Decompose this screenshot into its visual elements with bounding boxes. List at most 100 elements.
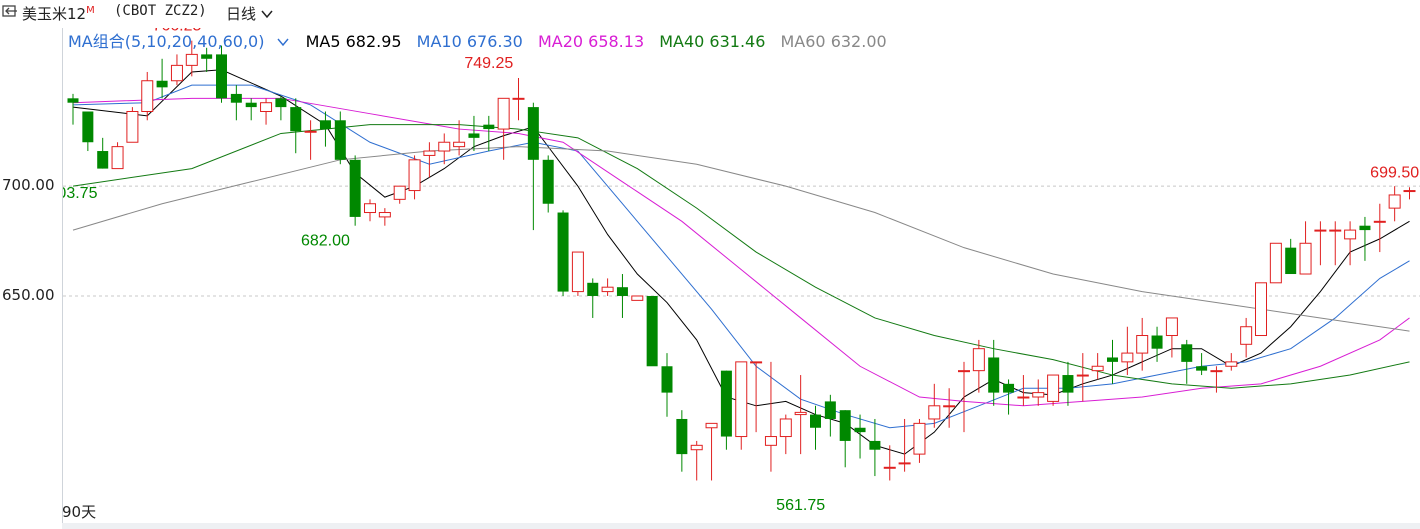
candle-body (794, 411, 807, 416)
candle-body (1107, 357, 1118, 362)
candle-body (1003, 383, 1015, 393)
symbol-suffix: M (86, 5, 95, 16)
candle-body (393, 185, 406, 200)
candle-body (245, 102, 257, 108)
period-menu-label: 日线 (226, 5, 257, 23)
candle-body (111, 146, 124, 170)
candle-body (1121, 352, 1134, 363)
candle-body (1403, 190, 1416, 193)
candle-body (1091, 365, 1104, 372)
candle-body (497, 97, 510, 130)
candle-body (97, 151, 109, 169)
candle-body (958, 370, 970, 373)
candlestick-chart[interactable]: 766.25749.25703.75682.00561.75699.50 (63, 28, 1420, 525)
candle-body (1373, 220, 1386, 223)
candle-body (1299, 242, 1312, 275)
candle-body (988, 357, 1000, 393)
candle-body (304, 130, 317, 133)
symbol-name-text: 美玉米12 (22, 5, 87, 23)
ma20-line (72, 97, 1410, 407)
candle-body (557, 212, 569, 292)
bottom-scrollbar[interactable] (62, 523, 1420, 529)
extreme-label: 703.75 (63, 185, 98, 202)
collapse-panel-icon[interactable] (2, 4, 18, 22)
candle-body (1269, 242, 1282, 284)
candle-body (1210, 370, 1223, 373)
candle-body (1017, 396, 1030, 399)
ma40-value: MA40 631.46 (659, 32, 766, 51)
candle-body (170, 64, 183, 82)
candle-body (1165, 317, 1178, 337)
candle-body (67, 98, 79, 103)
candle-body (883, 466, 896, 469)
extreme-label: 561.75 (776, 497, 825, 514)
extreme-label: 749.25 (464, 55, 513, 72)
chart-area[interactable]: 766.25749.25703.75682.00561.75699.50 (62, 28, 1420, 525)
candle-body (1076, 374, 1089, 377)
chart-header: 美玉米12M (CBOT ZCZ2) 日线 (0, 0, 1420, 26)
candle-body (587, 282, 599, 296)
candle-body (1225, 361, 1238, 367)
ma-legend: MA组合(5,10,20,40,60,0) MA5 682.95 MA10 67… (68, 28, 897, 51)
candle-body (216, 54, 227, 99)
candle-body (810, 414, 821, 428)
candle-body (972, 348, 985, 372)
candle-body (928, 405, 941, 420)
candle-body (408, 159, 421, 192)
candle-body (571, 251, 584, 293)
candle-body (1151, 335, 1163, 349)
candle-body (468, 133, 480, 138)
candle-body (898, 462, 911, 465)
ma-group-selector[interactable]: MA组合(5,10,20,40,60,0) (68, 32, 290, 51)
candle-body (839, 410, 851, 441)
symbol-code: (CBOT ZCZ2) (114, 3, 207, 19)
candle-body (1062, 375, 1074, 393)
candle-body (779, 418, 792, 438)
candle-body (1181, 344, 1193, 362)
candle-body (1047, 374, 1060, 402)
candle-body (542, 159, 554, 204)
candle-body (453, 141, 466, 148)
candle-body (750, 361, 763, 364)
ma60-value: MA60 632.00 (780, 32, 887, 51)
candle-body (1255, 282, 1267, 337)
candle-body (601, 286, 614, 293)
candle-body (512, 97, 525, 100)
candle-body (290, 107, 302, 132)
candle-body (764, 436, 777, 446)
candle-body (1136, 335, 1149, 354)
candle-body (230, 93, 242, 103)
candle-body (1359, 225, 1371, 231)
candle-body (943, 405, 956, 408)
candle-body (423, 150, 436, 156)
ma-group-label: MA组合(5,10,20,40,60,0) (68, 32, 265, 51)
candle-body (334, 120, 346, 160)
candle-body (126, 110, 139, 143)
candle-body (1344, 229, 1357, 240)
chevron-down-icon (261, 10, 273, 19)
candle-body (483, 124, 495, 130)
candle-body (1329, 229, 1342, 232)
candle-body (141, 80, 154, 112)
candle-body (378, 212, 391, 218)
candle-body (913, 422, 926, 455)
period-label: 90天 (62, 503, 97, 521)
extreme-label: 699.50 (1370, 164, 1419, 181)
symbol-name[interactable]: 美玉米12M (22, 3, 95, 24)
ma60-line (72, 146, 1410, 332)
candle-body (201, 54, 213, 59)
period-menu[interactable]: 日线 (226, 3, 273, 24)
candle-body (185, 53, 198, 66)
candle-body (676, 418, 688, 455)
candle-body (1285, 247, 1297, 275)
candle-body (260, 102, 273, 112)
candle-body (854, 427, 866, 433)
candle-body (156, 80, 168, 88)
candle-body (646, 295, 658, 367)
candle-body (275, 98, 287, 108)
candle-body (824, 401, 836, 419)
y-tick-label: 700.00 (2, 176, 55, 195)
candle-body (690, 444, 703, 451)
candle-body (720, 370, 732, 437)
extreme-label: 682.00 (301, 233, 350, 250)
